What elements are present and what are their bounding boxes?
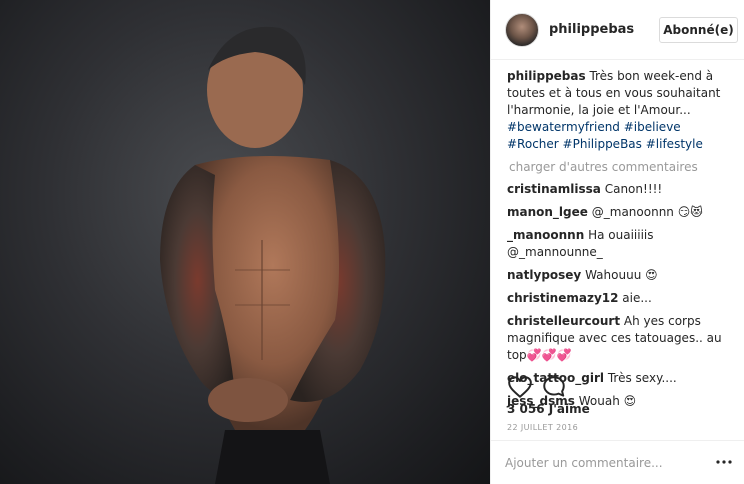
hashtag-link[interactable]: #lifestyle [646, 137, 703, 151]
header-username[interactable]: philippebas [549, 22, 634, 37]
comment-username[interactable]: natlyposey [507, 268, 581, 282]
post-date: 22 JUILLET 2016 [507, 423, 579, 432]
post-side-panel: philippebas Abonné(e) philippebas Très b… [490, 0, 744, 484]
comment-username[interactable]: christelleurcourt [507, 314, 620, 328]
caption-username[interactable]: philippebas [507, 69, 586, 83]
post-photo [0, 0, 490, 484]
post-caption: philippebas Très bon week-end à toutes e… [507, 68, 735, 153]
comment-username[interactable]: cristinamlissa [507, 182, 601, 196]
more-dots-icon[interactable] [716, 459, 732, 465]
hashtag-link[interactable]: #PhilippeBas [563, 137, 642, 151]
follow-button[interactable]: Abonné(e) [659, 17, 738, 43]
comment-username[interactable]: christinemazy12 [507, 291, 618, 305]
comment-item: _manoonnn Ha ouaiiiiis @_mannounne_ [507, 227, 735, 261]
post-actions [505, 372, 735, 402]
comment-item: natlyposey Wahouuu 😍 [507, 267, 735, 284]
comment-text: Wahouuu 😍 [585, 268, 658, 282]
likes-count[interactable]: 3 056 J'aime [507, 402, 590, 416]
comment-input[interactable] [505, 453, 700, 473]
comment-text: @_manoonnn 😏😻 [591, 205, 703, 219]
comment-text: Canon!!!! [604, 182, 663, 196]
hashtag-link[interactable]: #Rocher [507, 137, 559, 151]
comment-text: aie... [622, 291, 652, 305]
comments-list: philippebas Très bon week-end à toutes e… [507, 68, 735, 416]
comment-item: christelleurcourt Ah yes corps magnifiqu… [507, 313, 735, 364]
comment-username[interactable]: manon_lgee [507, 205, 588, 219]
heart-outline-icon[interactable] [507, 374, 533, 400]
comment-item: manon_lgee @_manoonnn 😏😻 [507, 204, 735, 221]
hashtag-link[interactable]: #bewatermyfriend [507, 120, 620, 134]
add-comment-bar [491, 440, 744, 484]
comment-item: christinemazy12 aie... [507, 290, 735, 307]
avatar[interactable] [505, 13, 539, 47]
speech-bubble-icon[interactable] [541, 374, 567, 400]
load-more-comments[interactable]: charger d'autres commentaires [509, 159, 735, 176]
comment-username[interactable]: _manoonnn [507, 228, 584, 242]
comment-item: cristinamlissa Canon!!!! [507, 181, 735, 198]
post-header: philippebas Abonné(e) [491, 0, 744, 60]
post-image [160, 26, 386, 484]
hashtag-link[interactable]: #ibelieve [624, 120, 681, 134]
